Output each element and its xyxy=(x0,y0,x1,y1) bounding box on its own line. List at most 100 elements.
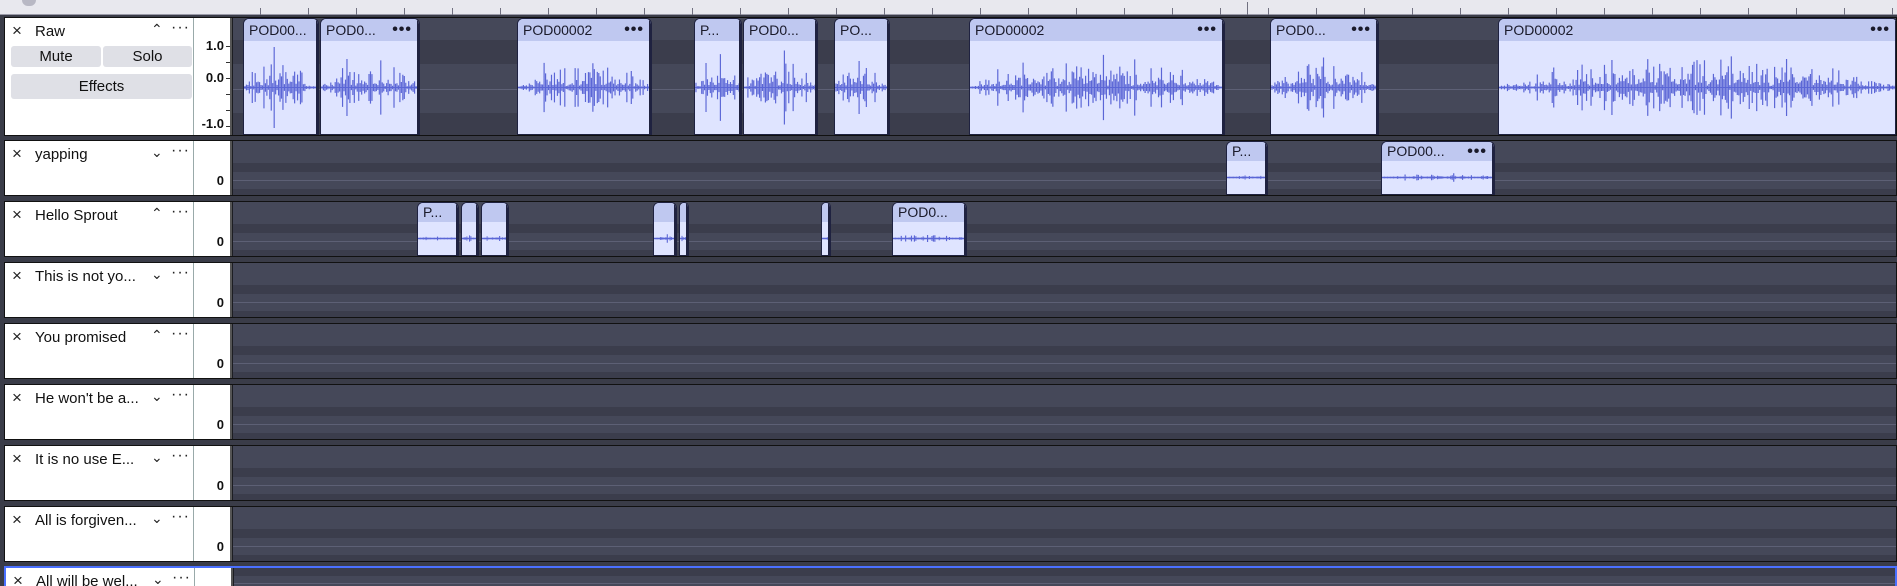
clip-edge[interactable] xyxy=(476,203,478,255)
clip-edge[interactable] xyxy=(815,19,817,134)
clip-edge[interactable] xyxy=(1222,19,1224,134)
clip-edge[interactable] xyxy=(686,203,688,255)
close-track-icon[interactable]: × xyxy=(12,145,22,163)
track-lane[interactable]: P... POD0... xyxy=(233,202,1896,256)
track-0[interactable]: × Raw ⌃ ··· Mute Solo Effects 1.0 0.0 -1.0… xyxy=(4,17,1897,136)
vertical-scale[interactable]: 0 xyxy=(194,263,232,317)
clip-header[interactable]: POD00002 xyxy=(970,19,1224,41)
track-menu-icon[interactable]: ··· xyxy=(171,203,190,221)
track-name[interactable]: All is forgiven... xyxy=(35,512,150,529)
chevron-down-icon[interactable]: ⌄ xyxy=(151,144,163,161)
track-name[interactable]: yapping xyxy=(35,146,150,163)
clip-header[interactable]: P... xyxy=(418,203,458,222)
audio-clip[interactable]: P... xyxy=(694,18,742,135)
clip-edge[interactable] xyxy=(964,203,966,255)
track-1[interactable]: × yapping ⌄ ··· 0 P... POD00... ••• xyxy=(4,140,1897,196)
track-control-panel[interactable]: × Hello Sprout ⌃ ··· xyxy=(5,202,194,256)
audio-clip[interactable]: PO... xyxy=(834,18,890,135)
track-lane[interactable]: POD00... POD0... ••• POD00002 ••• P... P… xyxy=(233,18,1896,135)
chevron-down-icon[interactable]: ⌄ xyxy=(151,388,163,405)
vertical-scale[interactable]: 1.0 0.0 -1.0 xyxy=(194,18,232,135)
track-control-panel[interactable]: × yapping ⌄ ··· xyxy=(5,141,194,195)
clip-menu-icon[interactable]: ••• xyxy=(1197,19,1217,41)
track-5[interactable]: × He won't be a... ⌄ ··· 0 xyxy=(4,384,1897,440)
track-name[interactable]: He won't be a... xyxy=(35,390,150,407)
clip-edge[interactable] xyxy=(417,19,419,134)
clip-header[interactable]: POD00... xyxy=(244,19,318,41)
audio-clip[interactable]: P... xyxy=(417,202,459,256)
close-track-icon[interactable]: × xyxy=(12,267,22,285)
chevron-down-icon[interactable]: ⌄ xyxy=(151,449,163,466)
clip-edge[interactable] xyxy=(456,203,458,255)
track-control-panel[interactable]: × All will be wel... ⌄ ··· xyxy=(6,568,195,586)
track-menu-icon[interactable]: ··· xyxy=(171,447,190,465)
vertical-scale[interactable] xyxy=(195,568,233,586)
clip-header[interactable]: POD0... xyxy=(744,19,817,41)
track-menu-icon[interactable]: ··· xyxy=(171,19,190,37)
close-track-icon[interactable]: × xyxy=(13,572,23,586)
audio-clip[interactable]: POD0... xyxy=(892,202,967,256)
track-lane[interactable] xyxy=(233,385,1896,439)
track-menu-icon[interactable]: ··· xyxy=(171,386,190,404)
audio-clip[interactable] xyxy=(821,202,831,256)
audio-clip[interactable] xyxy=(481,202,509,256)
clip-header[interactable]: PO... xyxy=(835,19,889,41)
clip-header[interactable] xyxy=(654,203,676,222)
audio-clip[interactable] xyxy=(679,202,689,256)
track-lane[interactable] xyxy=(233,507,1896,561)
clip-edge[interactable] xyxy=(506,203,508,255)
clip-header[interactable]: P... xyxy=(695,19,741,41)
close-track-icon[interactable]: × xyxy=(12,450,22,468)
vertical-scale[interactable]: 0 xyxy=(194,141,232,195)
clip-edge[interactable] xyxy=(1376,19,1378,134)
close-track-icon[interactable]: × xyxy=(12,206,22,224)
track-menu-icon[interactable]: ··· xyxy=(171,264,190,282)
close-track-icon[interactable]: × xyxy=(12,511,22,529)
track-control-panel[interactable]: × It is no use E... ⌄ ··· xyxy=(5,446,194,500)
clip-edge[interactable] xyxy=(1492,142,1494,194)
clip-edge[interactable] xyxy=(739,19,741,134)
audio-clip[interactable]: POD0... xyxy=(743,18,818,135)
track-name[interactable]: You promised xyxy=(35,329,150,346)
clip-edge[interactable] xyxy=(316,19,318,134)
clip-menu-icon[interactable]: ••• xyxy=(1870,19,1890,41)
timeline-ruler[interactable] xyxy=(0,0,1897,15)
chevron-down-icon[interactable]: ⌄ xyxy=(152,571,164,586)
audio-clip[interactable] xyxy=(653,202,677,256)
track-7[interactable]: × All is forgiven... ⌄ ··· 0 xyxy=(4,506,1897,562)
clip-edge[interactable] xyxy=(1895,19,1896,134)
track-name[interactable]: All will be wel... xyxy=(36,573,151,586)
track-name[interactable]: Raw xyxy=(35,23,150,40)
vertical-scale[interactable]: 0 xyxy=(194,385,232,439)
chevron-down-icon[interactable]: ⌄ xyxy=(151,510,163,527)
track-3[interactable]: × This is not yo... ⌄ ··· 0 xyxy=(4,262,1897,318)
audio-clip[interactable]: P... xyxy=(1226,141,1268,195)
clip-header[interactable]: POD00002 xyxy=(1499,19,1896,41)
clip-menu-icon[interactable]: ••• xyxy=(1467,142,1487,161)
chevron-down-icon[interactable]: ⌄ xyxy=(151,266,163,283)
track-lane[interactable]: P... POD00... ••• xyxy=(233,141,1896,195)
audio-clip[interactable]: POD00002 ••• xyxy=(969,18,1225,135)
audio-clip[interactable]: POD0... ••• xyxy=(320,18,420,135)
track-lane[interactable] xyxy=(233,446,1896,500)
clip-header[interactable] xyxy=(482,203,508,222)
track-control-panel[interactable]: × Raw ⌃ ··· Mute Solo Effects xyxy=(5,18,194,135)
track-menu-icon[interactable]: ··· xyxy=(171,325,190,343)
clip-header[interactable]: POD0... xyxy=(893,203,966,222)
track-control-panel[interactable]: × He won't be a... ⌄ ··· xyxy=(5,385,194,439)
audio-clip[interactable]: POD0... ••• xyxy=(1270,18,1379,135)
clip-menu-icon[interactable]: ••• xyxy=(392,19,412,41)
vertical-scale[interactable]: 0 xyxy=(194,507,232,561)
clip-edge[interactable] xyxy=(1265,142,1267,194)
vertical-scale[interactable]: 0 xyxy=(194,202,232,256)
track-lane[interactable] xyxy=(234,568,1895,586)
clip-edge[interactable] xyxy=(887,19,889,134)
chevron-up-icon[interactable]: ⌃ xyxy=(151,21,163,38)
audio-clip[interactable]: POD00... xyxy=(243,18,319,135)
track-6[interactable]: × It is no use E... ⌄ ··· 0 xyxy=(4,445,1897,501)
vertical-scale[interactable]: 0 xyxy=(194,324,232,378)
audio-clip[interactable] xyxy=(461,202,479,256)
vertical-scale[interactable]: 0 xyxy=(194,446,232,500)
track-4[interactable]: × You promised ⌃ ··· 0 xyxy=(4,323,1897,379)
ruler-corner-handle[interactable] xyxy=(22,0,36,6)
